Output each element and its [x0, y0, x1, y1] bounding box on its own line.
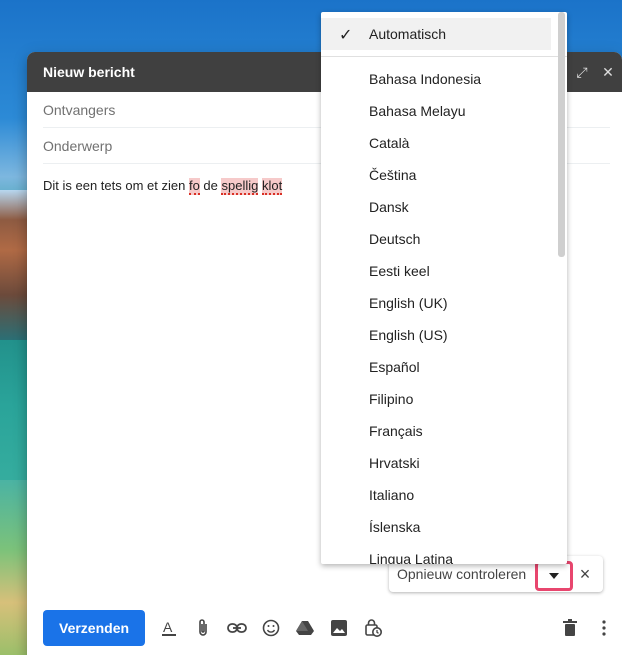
formatting-tools: A — [159, 618, 383, 638]
header-actions: ⤢ ✕ — [574, 64, 616, 80]
menu-item[interactable]: Bahasa Melayu — [321, 95, 567, 127]
recipients-placeholder: Ontvangers — [43, 101, 116, 118]
more-options-icon[interactable] — [594, 618, 614, 638]
menu-item[interactable]: Hrvatski — [321, 447, 567, 479]
menu-item[interactable]: Deutsch — [321, 223, 567, 255]
menu-divider — [321, 56, 567, 57]
emoji-icon[interactable] — [261, 618, 281, 638]
close-icon[interactable]: ✕ — [600, 64, 616, 80]
menu-item[interactable]: Español — [321, 351, 567, 383]
attachment-icon[interactable] — [193, 618, 213, 638]
caret-down-icon — [549, 573, 559, 579]
menu-item[interactable]: Dansk — [321, 191, 567, 223]
menu-item-automatisch[interactable]: ✓ Automatisch — [321, 18, 551, 50]
compose-toolbar: Verzenden A — [43, 610, 614, 646]
language-dropdown-button[interactable] — [535, 561, 573, 591]
spelling-error[interactable]: klot — [261, 178, 283, 195]
background-shore — [0, 480, 28, 655]
svg-text:A: A — [163, 619, 173, 635]
menu-item[interactable]: Français — [321, 415, 567, 447]
body-text-segment: Dit is een tets om et zien — [43, 178, 189, 193]
check-icon: ✓ — [339, 27, 353, 44]
compose-title: Nieuw bericht — [43, 64, 135, 80]
link-icon[interactable] — [227, 618, 247, 638]
menu-item[interactable]: English (US) — [321, 319, 567, 351]
spelling-error[interactable]: fo — [188, 178, 200, 195]
menu-item[interactable]: Filipino — [321, 383, 567, 415]
menu-item[interactable]: Bahasa Indonesia — [321, 63, 567, 95]
menu-item[interactable]: Íslenska — [321, 511, 567, 543]
right-toolbar — [560, 618, 614, 638]
body-text-segment: de — [199, 178, 222, 193]
subject-placeholder: Onderwerp — [43, 137, 113, 154]
confidential-icon[interactable] — [363, 618, 383, 638]
format-text-icon[interactable]: A — [159, 618, 179, 638]
drive-icon[interactable] — [295, 618, 315, 638]
menu-item[interactable]: Català — [321, 127, 567, 159]
photo-icon[interactable] — [329, 618, 349, 638]
trash-icon[interactable] — [560, 618, 580, 638]
language-menu: ✓ Automatisch Bahasa Indonesia Bahasa Me… — [321, 12, 567, 564]
menu-item-label: Automatisch — [369, 26, 447, 42]
send-button[interactable]: Verzenden — [43, 610, 146, 646]
menu-item[interactable]: Čeština — [321, 159, 567, 191]
spellcheck-close-icon[interactable]: × — [575, 564, 595, 584]
menu-item[interactable]: Lingua Latina — [321, 543, 567, 564]
expand-icon[interactable]: ⤢ — [574, 64, 590, 80]
background-rock — [0, 190, 30, 340]
menu-item[interactable]: English (UK) — [321, 287, 567, 319]
spelling-error[interactable]: spellig — [221, 178, 259, 195]
menu-item[interactable]: Italiano — [321, 479, 567, 511]
menu-item[interactable]: Eesti keel — [321, 255, 567, 287]
